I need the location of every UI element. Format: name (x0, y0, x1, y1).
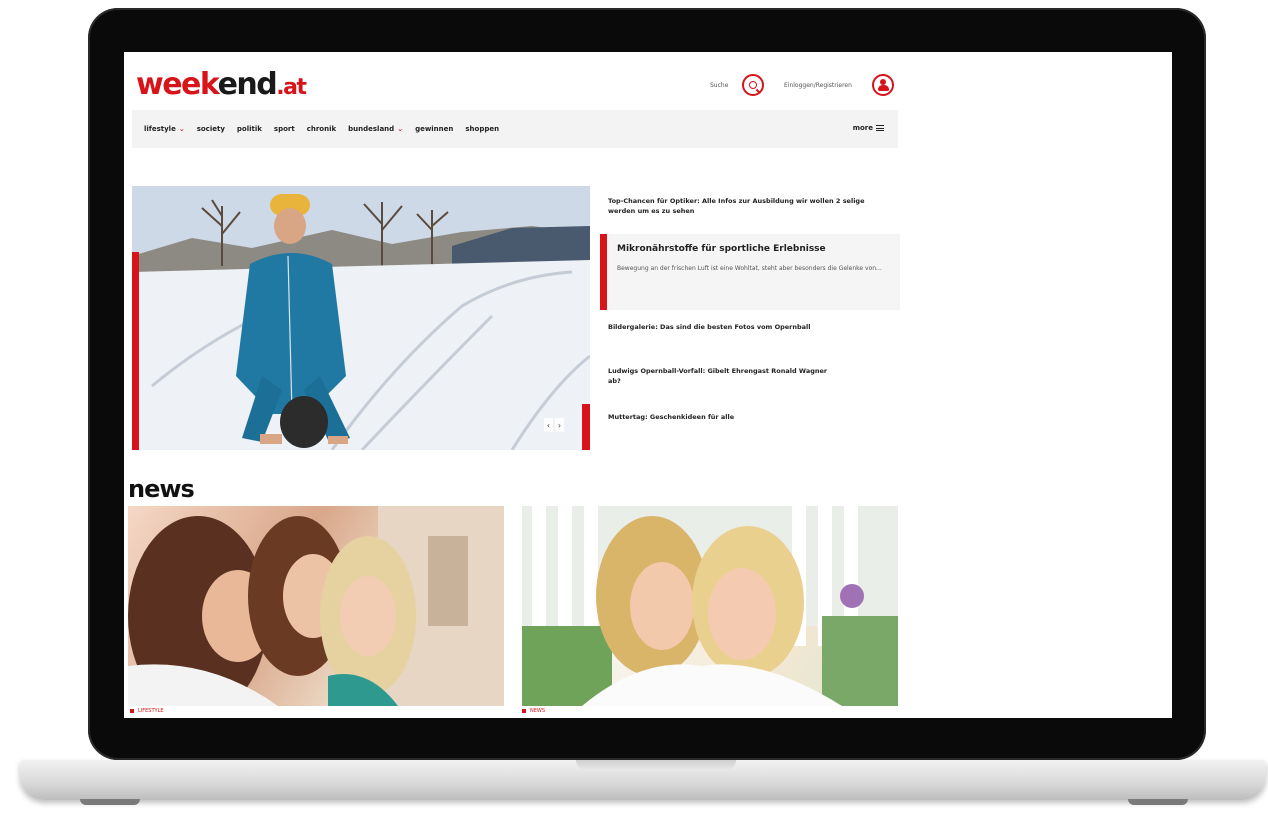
site-logo[interactable]: weekend.at (136, 67, 307, 105)
logo-part-week: week (136, 67, 219, 102)
headline-link[interactable]: Muttertag: Geschenkideen für alle (608, 412, 892, 422)
laptop-base (20, 760, 1266, 800)
category-marker-icon (130, 709, 134, 713)
browser-screen: weekend.at Suche Einloggen/Registrieren … (124, 52, 1172, 718)
nav-label: society (196, 125, 225, 133)
nav-label: gewinnen (415, 125, 454, 133)
news-card-category[interactable]: NEWS (522, 708, 545, 714)
search-label[interactable]: Suche (710, 82, 728, 89)
hero-accent-bar (132, 252, 139, 450)
laptop-foot-right (1128, 799, 1188, 805)
nav-more-label: more (852, 124, 873, 132)
hamburger-menu-icon (876, 125, 884, 131)
nav-more-button[interactable]: more (853, 124, 884, 132)
laptop-notch (576, 760, 736, 770)
login-label[interactable]: Einloggen/Registrieren (784, 82, 852, 89)
news-heading: news (128, 475, 195, 503)
user-icon (877, 85, 889, 91)
laptop-foot-left (80, 799, 140, 805)
category-label: LIFESTYLE (138, 708, 164, 714)
logo-part-domain: .at (276, 75, 307, 100)
headline-link[interactable]: Ludwigs Opernball-Vorfall: Gibelt Ehreng… (608, 366, 828, 386)
nav-label: bundesland (348, 125, 395, 133)
hero-slider-controls: ‹ › (544, 418, 564, 432)
hero-image[interactable]: ‹ › (132, 186, 590, 450)
nav-label: lifestyle (144, 125, 176, 133)
nav-item-chronik[interactable]: chronik (307, 125, 336, 133)
category-marker-icon (522, 709, 526, 713)
photo-mother-daughter (522, 506, 898, 706)
news-card-image[interactable] (522, 506, 898, 706)
nav-item-bundesland[interactable]: bundesland ⌄ (348, 125, 403, 133)
headline-link[interactable]: Top-Chancen für Optiker: Alle Infos zur … (608, 196, 892, 216)
nav-label: shoppen (465, 125, 500, 133)
nav-item-shoppen[interactable]: shoppen (465, 125, 499, 133)
category-label: NEWS (530, 708, 546, 714)
logo-part-end: end (217, 67, 278, 102)
chevron-down-icon: ⌄ (397, 125, 404, 133)
hero-photo-runner (132, 186, 590, 450)
headline-active-title: Mikronährstoffe für sportliche Erlebniss… (617, 244, 826, 254)
photo-three-women (128, 506, 504, 706)
chevron-down-icon: ⌄ (178, 125, 185, 133)
hero-accent-bar-right (582, 404, 590, 450)
nav-item-gewinnen[interactable]: gewinnen (415, 125, 453, 133)
user-account-button[interactable] (872, 74, 894, 96)
headline-active-teaser: Bewegung an der frischen Luft ist eine W… (617, 265, 882, 272)
headline-active[interactable]: Mikronährstoffe für sportliche Erlebniss… (600, 234, 900, 310)
nav-item-politik[interactable]: politik (237, 125, 262, 133)
headline-link[interactable]: Bildergalerie: Das sind die besten Fotos… (608, 322, 892, 332)
nav-label: chronik (306, 125, 337, 133)
next-slide-button[interactable]: › (555, 418, 564, 432)
nav-label: politik (236, 125, 262, 133)
prev-slide-button[interactable]: ‹ (544, 418, 553, 432)
search-button[interactable] (742, 74, 764, 96)
nav-item-sport[interactable]: sport (274, 125, 295, 133)
nav-item-society[interactable]: society (197, 125, 225, 133)
nav-item-lifestyle[interactable]: lifestyle ⌄ (144, 125, 185, 133)
nav-label: sport (273, 125, 295, 133)
main-navigation: lifestyle ⌄ society politik sport chronik… (132, 110, 898, 148)
search-icon (749, 81, 757, 89)
news-card-category[interactable]: LIFESTYLE (130, 708, 164, 714)
news-card-image[interactable] (128, 506, 504, 706)
